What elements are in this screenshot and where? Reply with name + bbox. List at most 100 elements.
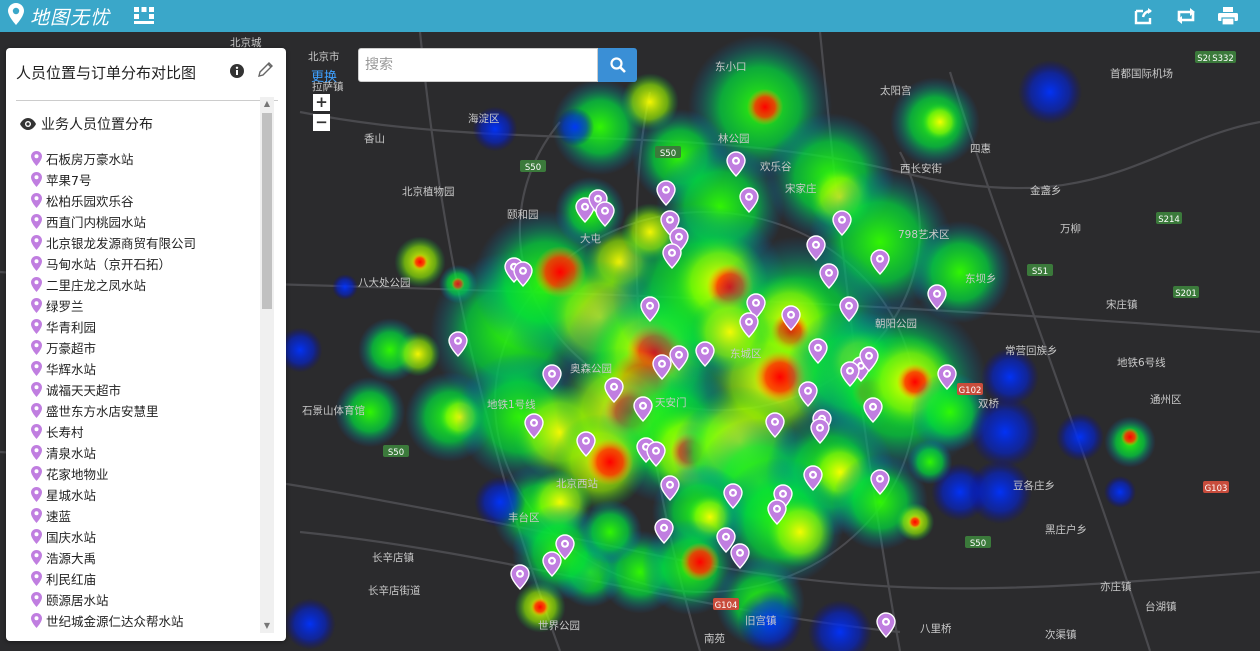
map-place-label: 奥森公园	[570, 362, 612, 375]
list-item[interactable]: 利民红庙	[31, 568, 259, 589]
location-pin-icon	[31, 466, 42, 481]
list-item[interactable]: 华青利园	[31, 316, 259, 337]
location-pin-icon	[31, 592, 42, 607]
location-pin-icon	[31, 487, 42, 502]
list-item[interactable]: 浩源大禹	[31, 547, 259, 568]
list-item-label: 苹果7号	[46, 173, 92, 188]
location-pin-icon	[31, 382, 42, 397]
list-item[interactable]: 华辉水站	[31, 358, 259, 379]
heat-spot	[907, 439, 953, 485]
location-pin-icon	[31, 151, 42, 166]
map-place-label: 金盏乡	[1030, 184, 1062, 197]
svg-text:S214: S214	[1158, 215, 1180, 225]
list-item[interactable]: 苹果7号	[31, 169, 259, 190]
list-item[interactable]: 颐源居水站	[31, 589, 259, 610]
layer-panel: 人员位置与订单分布对比图 业务人员位置分布 石板房万豪水站 苹果7号松柏乐园欢乐谷…	[6, 48, 286, 641]
scroll-up-arrow-icon[interactable]: ▲	[260, 97, 274, 111]
list-item[interactable]: 西直门内桃园水站	[31, 211, 259, 232]
list-item-label: 速蓝	[46, 509, 72, 524]
list-item-label: 星城水站	[46, 488, 97, 503]
panel-scrollbar[interactable]: ▲ ▼	[260, 97, 274, 633]
list-item-label: 浩源大禹	[46, 551, 97, 566]
scroll-thumb[interactable]	[262, 113, 272, 309]
apps-grid-icon[interactable]	[134, 7, 155, 25]
svg-text:S201: S201	[1175, 289, 1197, 299]
edit-pencil-icon[interactable]	[257, 61, 274, 82]
list-item-label: 世纪城金源仁达众帮水站	[46, 614, 184, 629]
map-place-label: 旧宫镇	[745, 614, 777, 627]
list-item-label: 石板房万豪水站	[46, 152, 134, 167]
list-item[interactable]: 松柏乐园欢乐谷	[31, 190, 259, 211]
list-item-label: 二里庄龙之凤水站	[46, 278, 147, 293]
search-input[interactable]	[358, 48, 598, 82]
list-item[interactable]: 绿罗兰	[31, 295, 259, 316]
list-item[interactable]: 长寿村	[31, 421, 259, 442]
list-item[interactable]: 清泉水站	[31, 442, 259, 463]
heat-spot	[1018, 60, 1082, 124]
heat-spot	[908, 515, 922, 529]
map-place-label: 颐和园	[507, 209, 539, 221]
map-search	[358, 48, 637, 82]
road-number-badge: S201	[1173, 286, 1199, 299]
share-icon[interactable]	[1132, 5, 1156, 27]
list-item[interactable]: 二里庄龙之凤水站	[31, 274, 259, 295]
list-item[interactable]: 石板房万豪水站	[31, 148, 259, 169]
info-icon[interactable]	[230, 63, 244, 82]
list-item[interactable]: 万豪超市	[31, 337, 259, 358]
heat-spot	[555, 107, 595, 147]
zoom-in-button[interactable]: +	[313, 94, 330, 111]
panel-title: 人员位置与订单分布对比图	[16, 64, 197, 82]
heat-spot	[578, 500, 642, 564]
list-item[interactable]: 马甸水站（京开石拓）	[31, 253, 259, 274]
list-item[interactable]: 世纪城金源仁达众帮水站	[31, 610, 259, 631]
list-item[interactable]: 速蓝	[31, 505, 259, 526]
list-item[interactable]: 盛世东方水店安慧里	[31, 400, 259, 421]
staff-location-list: 石板房万豪水站 苹果7号松柏乐园欢乐谷 西直门内桃园水站北京银龙发源商贸有限公司马甸…	[31, 148, 259, 631]
location-pin-icon	[31, 214, 42, 229]
list-item-label: 诚福天天超市	[46, 383, 122, 398]
map-place-label: 亦庄镇	[1100, 580, 1132, 593]
svg-text:S50: S50	[525, 163, 541, 173]
map-place-label: 地铁6号线	[1117, 356, 1166, 369]
search-icon	[609, 57, 626, 73]
map-place-label: 东城区	[730, 347, 762, 360]
location-pin-icon	[31, 403, 42, 418]
search-button[interactable]	[598, 48, 637, 82]
zoom-out-button[interactable]: −	[313, 114, 330, 131]
svg-text:S50: S50	[660, 149, 676, 159]
svg-text:G104: G104	[715, 601, 738, 611]
location-pin-icon	[31, 508, 42, 523]
map-place-label: 宋家庄	[785, 182, 817, 195]
map-place-label: 林公园	[718, 132, 750, 145]
list-item-label: 北京银龙发源商贸有限公司	[46, 236, 197, 251]
print-icon[interactable]	[1216, 5, 1240, 27]
list-item[interactable]: 北京银龙发源商贸有限公司	[31, 232, 259, 253]
location-pin-icon	[31, 298, 42, 313]
map-place-label: 香山	[364, 133, 385, 145]
heat-spot	[1104, 476, 1136, 508]
eye-icon[interactable]	[20, 115, 36, 134]
list-item[interactable]: 国庆水站	[31, 526, 259, 547]
list-item-label: 国庆水站	[46, 530, 97, 545]
location-pin-icon	[31, 319, 42, 334]
location-pin-icon	[31, 256, 42, 271]
svg-text:G103: G103	[1205, 484, 1228, 494]
list-item[interactable]: 诚福天天超市	[31, 379, 259, 400]
refresh-icon[interactable]	[1174, 5, 1198, 27]
map-place-label: 常营回族乡	[1005, 344, 1058, 357]
switch-layer-link[interactable]: 更换	[311, 66, 337, 85]
location-pin-icon	[31, 571, 42, 586]
list-item-label: 长寿村	[46, 425, 84, 440]
map-place-label: 朝阳公园	[875, 318, 917, 330]
app-logo[interactable]: 地图无忧	[8, 3, 110, 30]
list-item[interactable]: 星城水站	[31, 484, 259, 505]
location-pin-icon	[31, 235, 42, 250]
list-item[interactable]: 花家地物业	[31, 463, 259, 484]
road-number-badge: S214	[1156, 212, 1182, 225]
scroll-down-arrow-icon[interactable]: ▼	[260, 619, 274, 633]
map-place-label: 首都国际机场	[1110, 67, 1173, 80]
list-item-label: 利民红庙	[46, 572, 97, 587]
layer-toggle[interactable]: 业务人员位置分布	[20, 114, 153, 134]
map-place-label: 太阳宫	[880, 84, 912, 97]
road-number-badge: S50	[383, 445, 409, 458]
